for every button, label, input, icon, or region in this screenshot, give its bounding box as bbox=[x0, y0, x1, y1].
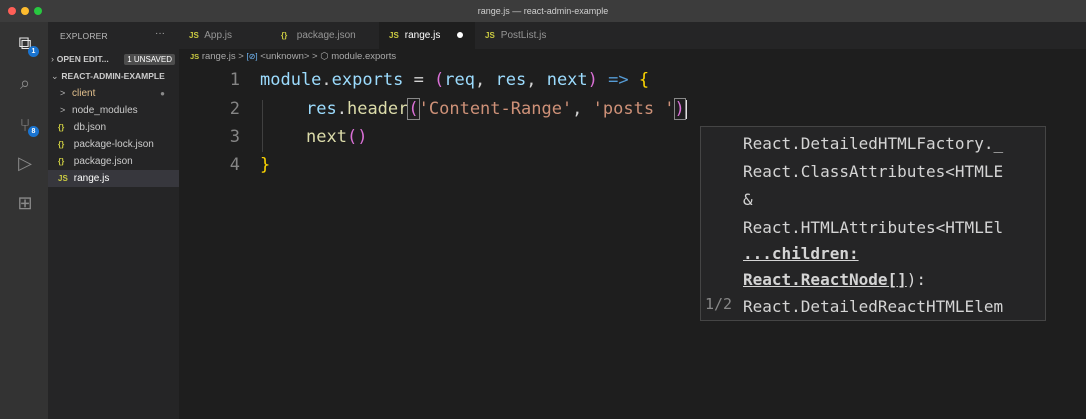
line-number: 1 bbox=[229, 70, 240, 90]
json-file-icon: {} bbox=[281, 31, 288, 40]
search-icon[interactable]: ⌕ bbox=[14, 72, 36, 94]
hint-line: React.HTMLAttributes<HTMLEl bbox=[743, 218, 1004, 237]
project-label: REACT-ADMIN-EXAMPLE bbox=[61, 71, 165, 81]
js-file-icon: JS bbox=[485, 31, 495, 40]
tab-label: package.json bbox=[296, 30, 356, 41]
json-file-icon: {} bbox=[58, 157, 65, 166]
hint-line: React.ClassAttributes<HTMLE bbox=[743, 162, 1004, 181]
chevron-down-icon: ⌄ bbox=[51, 71, 59, 81]
tab-app-js[interactable]: JS App.js bbox=[179, 22, 271, 49]
maximize-window-button[interactable] bbox=[34, 7, 42, 15]
js-file-icon: JS bbox=[389, 31, 399, 40]
parameter-hint-popup[interactable]: React.DetailedHTMLFactory._ React.ClassA… bbox=[700, 126, 1046, 321]
tree-item-db-json[interactable]: {} db.json bbox=[48, 119, 179, 136]
chevron-right-icon: > bbox=[60, 105, 66, 115]
hint-active-parameter-type: React.ReactNode[] bbox=[743, 270, 907, 289]
modified-dot-icon: ● bbox=[160, 89, 165, 98]
tab-label: range.js bbox=[404, 30, 441, 41]
tree-item-label: node_modules bbox=[72, 105, 138, 116]
close-window-button[interactable] bbox=[8, 7, 16, 15]
explorer-badge: 1 bbox=[28, 46, 39, 57]
indent-guide bbox=[262, 100, 263, 152]
tree-item-label: package-lock.json bbox=[73, 139, 154, 150]
breadcrumb-member[interactable]: module.exports bbox=[331, 51, 396, 62]
line-number: 3 bbox=[229, 127, 240, 147]
explorer-more-actions-button[interactable]: ··· bbox=[155, 28, 165, 39]
tree-item-client[interactable]: > client ● bbox=[48, 85, 179, 102]
tree-item-package-lock-json[interactable]: {} package-lock.json bbox=[48, 136, 179, 153]
explorer-header: EXPLORER bbox=[60, 31, 108, 41]
property-icon: ⬡ bbox=[320, 51, 329, 62]
js-file-icon: JS bbox=[189, 31, 199, 40]
tab-postlist-js[interactable]: JS PostList.js bbox=[475, 22, 567, 49]
editor-tabs: JS App.js {} package.json JS range.js JS… bbox=[179, 22, 1086, 49]
line-number: 4 bbox=[229, 155, 240, 175]
source-control-badge: 8 bbox=[28, 126, 39, 137]
variable-icon: [⊘] bbox=[246, 52, 258, 61]
breadcrumb-separator: > bbox=[312, 51, 318, 62]
breadcrumb-file[interactable]: range.js bbox=[202, 51, 236, 62]
tree-item-label: package.json bbox=[73, 156, 133, 167]
breadcrumb-separator: > bbox=[238, 51, 244, 62]
breadcrumb: JS range.js > [⊘] <unknown> > ⬡ module.e… bbox=[190, 51, 396, 62]
text-cursor bbox=[684, 99, 687, 119]
tab-label: PostList.js bbox=[500, 30, 547, 41]
tree-item-range-js[interactable]: JS range.js bbox=[48, 170, 179, 187]
open-editors-label: OPEN EDIT... bbox=[56, 54, 109, 64]
json-file-icon: {} bbox=[58, 123, 65, 132]
overload-counter[interactable]: 1/2 bbox=[705, 295, 732, 313]
title-bar: range.js — react-admin-example bbox=[0, 0, 1086, 22]
tab-range-js[interactable]: JS range.js bbox=[379, 22, 475, 49]
chevron-right-icon: > bbox=[60, 88, 66, 98]
code-line-4: } bbox=[260, 155, 271, 175]
line-number: 2 bbox=[229, 99, 240, 119]
explorer-sidebar: EXPLORER ··· › OPEN EDIT... 1 UNSAVED ⌄ … bbox=[48, 22, 179, 419]
chevron-right-icon: › bbox=[51, 54, 54, 64]
unsaved-dot-icon[interactable] bbox=[457, 32, 464, 39]
window-title: range.js — react-admin-example bbox=[477, 6, 609, 16]
hint-line: React.DetailedHTMLFactory._ bbox=[743, 134, 1004, 153]
json-file-icon: {} bbox=[58, 140, 65, 149]
hint-line: React.ReactNode[]): bbox=[743, 270, 926, 289]
extensions-icon[interactable]: ⊞ bbox=[14, 192, 36, 214]
tree-item-node-modules[interactable]: > node_modules bbox=[48, 102, 179, 119]
minimize-window-button[interactable] bbox=[21, 7, 29, 15]
code-line-2: res.header('Content-Range', 'posts ') bbox=[306, 98, 687, 120]
tab-label: App.js bbox=[204, 30, 233, 41]
tree-item-package-json[interactable]: {} package.json bbox=[48, 153, 179, 170]
open-editors-section[interactable]: › OPEN EDIT... 1 UNSAVED bbox=[48, 51, 179, 68]
breadcrumb-scope[interactable]: <unknown> bbox=[260, 51, 309, 62]
tree-item-label: client bbox=[72, 88, 96, 99]
hint-line: & bbox=[743, 190, 753, 209]
js-file-icon: JS bbox=[58, 174, 68, 183]
tab-package-json[interactable]: {} package.json bbox=[271, 22, 379, 49]
tree-item-label: db.json bbox=[73, 122, 107, 133]
activity-bar: ⧉ 1 ⌕ ⑂ 8 ▷ ⊞ bbox=[0, 22, 48, 419]
run-debug-icon[interactable]: ▷ bbox=[14, 152, 36, 174]
hint-text: ): bbox=[906, 270, 927, 289]
code-line-3: next() bbox=[306, 127, 368, 147]
tree-item-label: range.js bbox=[73, 173, 110, 184]
code-line-1: module.exports = (req, res, next) => { bbox=[260, 70, 650, 90]
hint-line: React.DetailedReactHTMLElem bbox=[743, 297, 1004, 316]
unsaved-badge: 1 UNSAVED bbox=[124, 54, 175, 65]
project-section[interactable]: ⌄ REACT-ADMIN-EXAMPLE bbox=[48, 68, 179, 85]
hint-active-parameter: ...children: bbox=[743, 244, 859, 263]
js-file-icon: JS bbox=[190, 52, 200, 61]
